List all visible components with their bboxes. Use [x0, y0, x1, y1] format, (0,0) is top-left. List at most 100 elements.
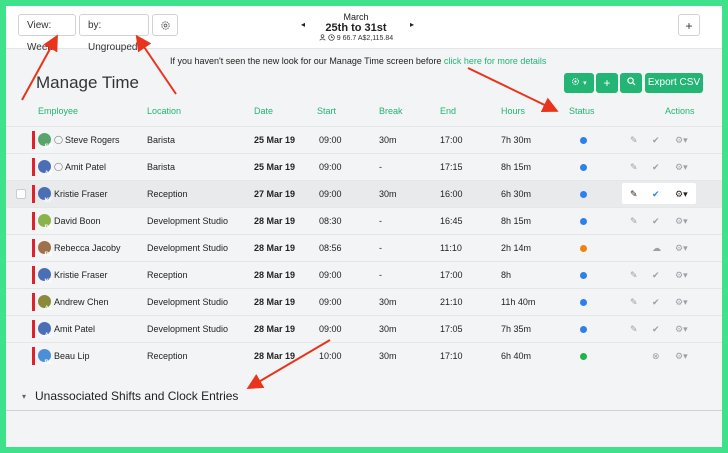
break-duration: - — [379, 270, 382, 280]
col-employee[interactable]: Employee — [38, 106, 78, 116]
settings-dropdown-button[interactable]: ▾ — [564, 73, 594, 93]
gear-icon — [160, 21, 170, 30]
approve-icon[interactable]: ✔ — [652, 324, 660, 335]
location: Reception — [147, 270, 188, 280]
edit-icon[interactable]: ✎ — [630, 270, 638, 281]
table-row[interactable]: AP ◯ Amit Patel Barista 25 Mar 19 09:00 - 17:15… — [6, 153, 722, 180]
approve-icon[interactable]: ✔ — [652, 270, 660, 281]
chat-icon[interactable]: ◯ — [54, 162, 63, 171]
start-time: 09:00 — [319, 135, 342, 145]
search-icon — [626, 77, 636, 86]
edit-icon[interactable]: ✎ — [630, 189, 638, 200]
table-row[interactable]: RJ Rebecca Jacoby Development Studio 28 Mar… — [6, 234, 722, 261]
table-row[interactable]: KF Kristie Fraser Reception 28 Mar 19 09:00 -… — [6, 261, 722, 288]
timesheet-table: Employee Location Date Start Break End H… — [6, 106, 722, 369]
unassociated-section[interactable]: ▾ Unassociated Shifts and Clock Entries — [6, 384, 722, 411]
employee-name[interactable]: Rebecca Jacoby — [54, 243, 121, 253]
col-date[interactable]: Date — [254, 106, 273, 116]
date: 28 Mar 19 — [254, 324, 296, 334]
hours: 8h 15m — [501, 162, 532, 172]
edit-icon[interactable]: ✎ — [630, 324, 638, 335]
date: 28 Mar 19 — [254, 270, 296, 280]
gear-icon[interactable]: ⚙▾ — [675, 324, 688, 335]
employee-name[interactable]: Kristie Fraser — [54, 270, 108, 280]
avatar: RJ — [38, 241, 52, 258]
cloud-icon[interactable]: ☁ — [652, 243, 661, 254]
employee-name[interactable]: Kristie Fraser — [54, 189, 108, 199]
view-week-button[interactable]: View: Week — [18, 14, 76, 53]
search-button[interactable] — [620, 73, 642, 93]
col-location[interactable]: Location — [147, 106, 181, 116]
start-time: 08:30 — [319, 216, 342, 226]
end-time: 16:45 — [440, 216, 463, 226]
table-row[interactable]: AC Andrew Chen Development Studio 28 Mar 19… — [6, 288, 722, 315]
end-time: 17:00 — [440, 270, 463, 280]
settings-button[interactable] — [152, 14, 178, 36]
date-range: March 25th to 31st 9 66.7 A$2,115.84 — [296, 12, 416, 43]
hours: 8h 15m — [501, 216, 532, 226]
table-row[interactable]: KF Kristie Fraser Reception 27 Mar 19 09:00 3… — [6, 180, 722, 207]
row-marker — [32, 347, 35, 365]
approve-icon[interactable]: ✔ — [652, 135, 660, 146]
table-row[interactable]: SR ◯ Steve Rogers Barista 25 Mar 19 09:00 30m 1… — [6, 126, 722, 153]
employee-name[interactable]: Amit Patel — [54, 324, 95, 334]
next-week-icon[interactable]: ▸ — [410, 20, 414, 29]
employee-name[interactable]: David Boon — [54, 216, 101, 226]
add-entry-button[interactable]: + — [596, 73, 618, 93]
avatar: KF — [38, 268, 53, 285]
edit-icon[interactable]: ✎ — [630, 162, 638, 173]
location: Development Studio — [147, 243, 229, 253]
table-row[interactable]: BL Beau Lip Reception 28 Mar 19 10:00 30m 17:1… — [6, 342, 722, 369]
edit-icon[interactable]: ✎ — [630, 216, 638, 227]
row-marker — [32, 131, 35, 149]
gear-icon[interactable]: ⚙▾ — [675, 243, 688, 254]
col-hours[interactable]: Hours — [501, 106, 525, 116]
employee-name[interactable]: Amit Patel — [65, 162, 106, 172]
break-duration: 30m — [379, 351, 397, 361]
date: 28 Mar 19 — [254, 297, 296, 307]
col-end[interactable]: End — [440, 106, 456, 116]
gear-icon[interactable]: ⚙▾ — [675, 297, 688, 308]
row-checkbox[interactable] — [16, 189, 26, 199]
employee-name[interactable]: Steve Rogers — [65, 135, 120, 145]
employee-name[interactable]: Andrew Chen — [54, 297, 109, 307]
edit-icon[interactable]: ✎ — [630, 135, 638, 146]
table-row[interactable]: AP Amit Patel Development Studio 28 Mar 19 0… — [6, 315, 722, 342]
gear-icon[interactable]: ⚙▾ — [675, 135, 688, 146]
break-duration: 30m — [379, 135, 397, 145]
gear-icon[interactable]: ⚙▾ — [675, 162, 688, 173]
edit-icon[interactable]: ✎ — [630, 297, 638, 308]
date-range-text: 25th to 31st — [325, 22, 387, 34]
chat-icon[interactable]: ◯ — [54, 135, 63, 144]
table-row[interactable]: DB David Boon Development Studio 28 Mar 19 0… — [6, 207, 722, 234]
hours: 7h 30m — [501, 135, 532, 145]
gear-icon[interactable]: ⚙▾ — [675, 189, 688, 200]
add-button[interactable]: + — [678, 14, 700, 36]
gear-icon[interactable]: ⚙▾ — [675, 216, 688, 227]
check-circle-icon[interactable]: ⊗ — [652, 351, 660, 362]
col-break[interactable]: Break — [379, 106, 403, 116]
gear-icon[interactable]: ⚙▾ — [675, 351, 688, 362]
clock-icon — [328, 34, 335, 41]
approve-icon[interactable]: ✔ — [652, 189, 660, 200]
row-marker — [32, 212, 35, 230]
col-start[interactable]: Start — [317, 106, 336, 116]
approve-icon[interactable]: ✔ — [652, 162, 660, 173]
location: Reception — [147, 189, 188, 199]
employee-name[interactable]: Beau Lip — [54, 351, 90, 361]
top-toolbar: View: Week by: Ungrouped ◂ March 25th to… — [6, 6, 722, 53]
hours: 6h 30m — [501, 189, 532, 199]
group-by-button[interactable]: by: Ungrouped — [79, 14, 149, 53]
approve-icon[interactable]: ✔ — [652, 297, 660, 308]
hours: 8h — [501, 270, 512, 280]
col-status[interactable]: Status — [569, 106, 595, 116]
approve-icon[interactable]: ✔ — [652, 216, 660, 227]
end-time: 21:10 — [440, 297, 463, 307]
export-csv-button[interactable]: Export CSV — [645, 73, 703, 93]
chevron-down-icon[interactable]: ▾ — [22, 392, 26, 401]
row-marker — [32, 320, 35, 338]
end-time: 16:00 — [440, 189, 463, 199]
gear-icon[interactable]: ⚙▾ — [675, 270, 688, 281]
notice-link[interactable]: click here for more details — [444, 56, 547, 66]
start-time: 09:00 — [319, 324, 342, 334]
